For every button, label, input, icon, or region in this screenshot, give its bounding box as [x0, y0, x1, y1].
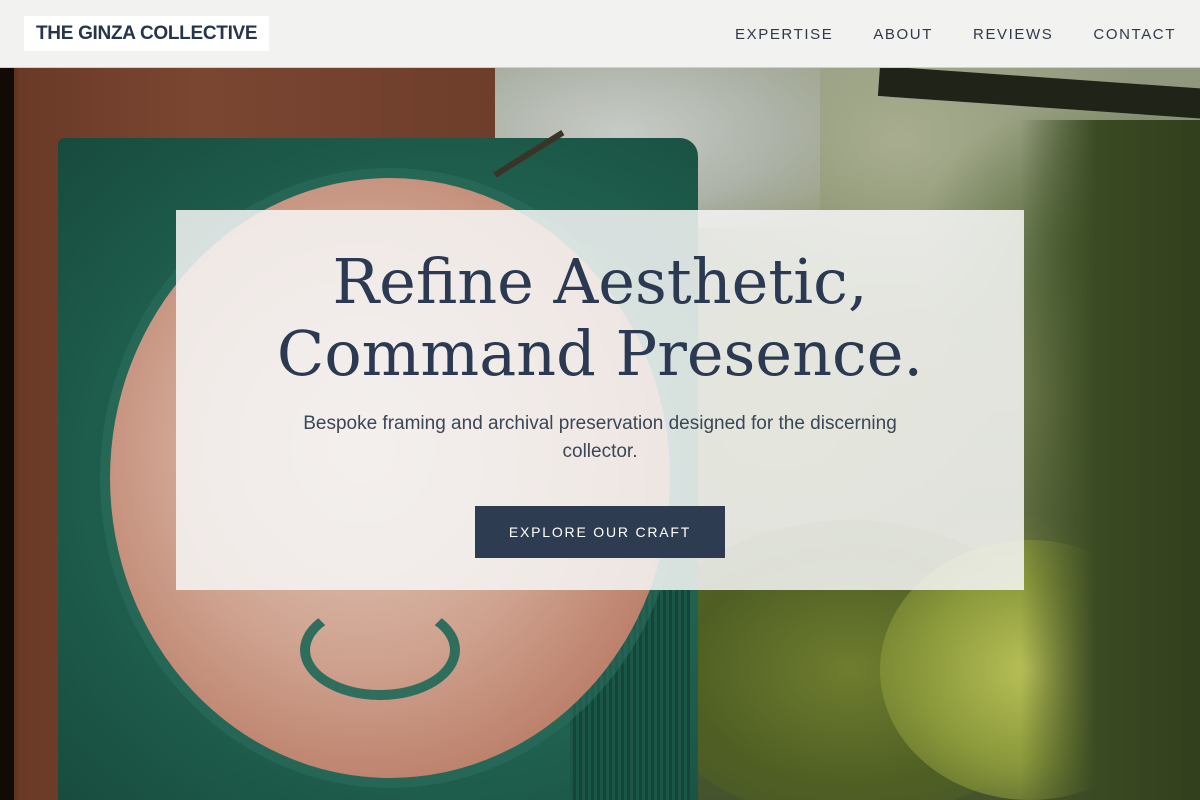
background-paint-stroke	[300, 600, 460, 700]
hero-card: Refine Aesthetic, Command Presence. Besp…	[176, 210, 1024, 590]
background-tree	[1020, 120, 1200, 800]
hero-subtitle: Bespoke framing and archival preservatio…	[303, 413, 897, 462]
brand-logo[interactable]: THE GINZA COLLECTIVE	[24, 16, 270, 51]
site-header: THE GINZA COLLECTIVE EXPERTISE ABOUT REV…	[0, 0, 1200, 68]
hero-title-line-2: Command Presence.	[276, 317, 924, 390]
nav-link-expertise[interactable]: EXPERTISE	[735, 26, 833, 43]
hero-title: Refine Aesthetic, Command Presence.	[176, 246, 1024, 390]
background-shadow	[0, 68, 14, 800]
nav-link-contact[interactable]: CONTACT	[1093, 26, 1176, 43]
nav-link-reviews[interactable]: REVIEWS	[973, 26, 1053, 43]
main-nav: EXPERTISE ABOUT REVIEWS CONTACT	[735, 0, 1176, 68]
background-roof-edge	[877, 66, 1200, 120]
hero-title-line-1: Refine Aesthetic,	[332, 245, 868, 318]
explore-craft-button[interactable]: EXPLORE OUR CRAFT	[475, 506, 725, 558]
landing-page: THE GINZA COLLECTIVE EXPERTISE ABOUT REV…	[0, 0, 1200, 800]
nav-link-about[interactable]: ABOUT	[873, 26, 933, 43]
